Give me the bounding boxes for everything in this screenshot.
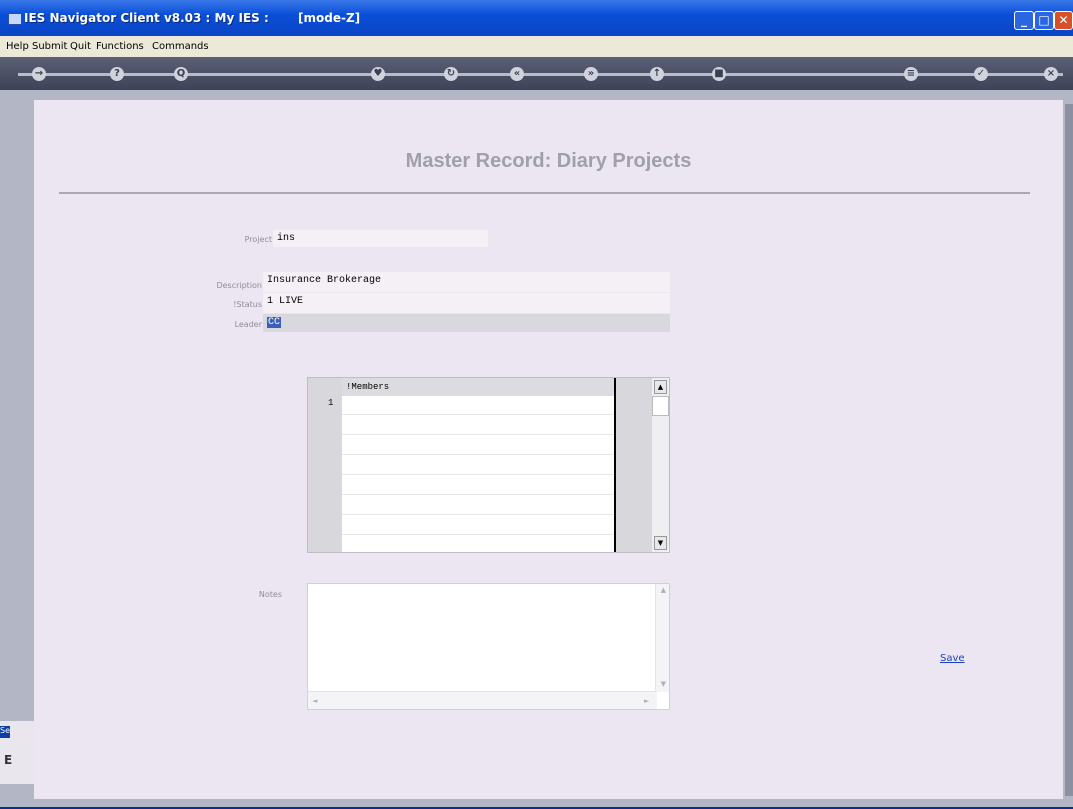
notes-scroll-down-icon[interactable]: ▼ bbox=[661, 680, 666, 688]
project-label: Project bbox=[244, 235, 272, 244]
save-link[interactable]: Save bbox=[940, 653, 965, 664]
row-number: 1 bbox=[328, 398, 334, 408]
up-icon[interactable]: ↑ bbox=[650, 67, 664, 81]
status-label: !Status bbox=[233, 300, 262, 309]
title-bar: IES Navigator Client v8.03 : My IES : [m… bbox=[0, 0, 1073, 36]
row-number-column bbox=[308, 378, 342, 552]
notes-scroll-right-icon[interactable]: ► bbox=[644, 697, 649, 705]
window-title: IES Navigator Client v8.03 : My IES : bbox=[24, 11, 269, 25]
heart-icon[interactable]: ♥ bbox=[371, 67, 385, 81]
notes-horizontal-scrollbar[interactable] bbox=[308, 691, 657, 709]
side-panel: Se E bbox=[0, 721, 34, 784]
maximize-icon[interactable]: □ bbox=[1034, 11, 1054, 30]
row-divider bbox=[342, 414, 614, 415]
stop-icon[interactable]: ■ bbox=[712, 67, 726, 81]
main-panel: Master Record: Diary Projects Project in… bbox=[34, 100, 1063, 799]
leader-value: CC bbox=[267, 317, 282, 328]
scroll-thumb[interactable] bbox=[652, 396, 669, 416]
help-icon[interactable]: ? bbox=[110, 67, 124, 81]
menu-bar: Help Submit Quit Functions Commands bbox=[0, 36, 1073, 58]
side-label[interactable]: Se bbox=[0, 726, 10, 738]
search-icon[interactable]: Q bbox=[174, 67, 188, 81]
scroll-up-icon[interactable]: ▲ bbox=[654, 380, 667, 394]
leader-field[interactable]: CC bbox=[263, 314, 670, 332]
scroll-down-icon[interactable]: ▼ bbox=[654, 536, 667, 550]
menu-quit[interactable]: Quit bbox=[70, 41, 91, 52]
members-grid[interactable]: !Members 1 ▲ ▼ bbox=[307, 377, 670, 553]
notes-scroll-up-icon[interactable]: ▲ bbox=[661, 586, 666, 594]
arrow-icon[interactable]: → bbox=[32, 67, 46, 81]
row-divider bbox=[342, 474, 614, 475]
description-label: Description bbox=[216, 281, 262, 290]
row-divider bbox=[342, 534, 614, 535]
side-letter: E bbox=[4, 753, 13, 767]
notes-label: Notes bbox=[258, 590, 282, 599]
leader-label: Leader bbox=[234, 320, 262, 329]
menu-commands[interactable]: Commands bbox=[152, 41, 209, 52]
close-icon[interactable]: ✕ bbox=[1054, 11, 1073, 30]
toolbar: → ? Q ♥ ↻ « » ↑ ■ ≡ ✓ × bbox=[0, 57, 1073, 90]
minimize-icon[interactable]: _ bbox=[1014, 11, 1034, 30]
menu-icon[interactable]: ≡ bbox=[904, 67, 918, 81]
grid-right-column bbox=[614, 378, 654, 552]
members-column-header[interactable]: !Members bbox=[342, 378, 614, 396]
app-icon bbox=[8, 13, 22, 25]
refresh-icon[interactable]: ↻ bbox=[444, 67, 458, 81]
menu-help[interactable]: Help bbox=[6, 41, 29, 52]
menu-submit[interactable]: Submit bbox=[32, 41, 67, 52]
right-border bbox=[1065, 104, 1073, 796]
row-divider bbox=[342, 514, 614, 515]
notes-vertical-scrollbar[interactable] bbox=[655, 584, 669, 692]
title-divider bbox=[59, 192, 1030, 194]
row-divider bbox=[342, 454, 614, 455]
menu-functions[interactable]: Functions bbox=[96, 41, 144, 52]
status-field[interactable]: 1 LIVE bbox=[263, 293, 670, 313]
forward-icon[interactable]: » bbox=[584, 67, 598, 81]
close-icon[interactable]: × bbox=[1044, 67, 1058, 81]
back-icon[interactable]: « bbox=[510, 67, 524, 81]
notes-textarea[interactable]: ▲ ▼ ◄ ► bbox=[307, 583, 670, 710]
page-title: Master Record: Diary Projects bbox=[405, 150, 692, 172]
description-field[interactable]: Insurance Brokerage bbox=[263, 272, 670, 292]
row-divider bbox=[342, 494, 614, 495]
notes-scroll-left-icon[interactable]: ◄ bbox=[312, 697, 317, 705]
project-field[interactable]: ins bbox=[273, 230, 488, 247]
row-divider bbox=[342, 434, 614, 435]
mode-indicator: [mode-Z] bbox=[298, 11, 361, 25]
check-icon[interactable]: ✓ bbox=[974, 67, 988, 81]
